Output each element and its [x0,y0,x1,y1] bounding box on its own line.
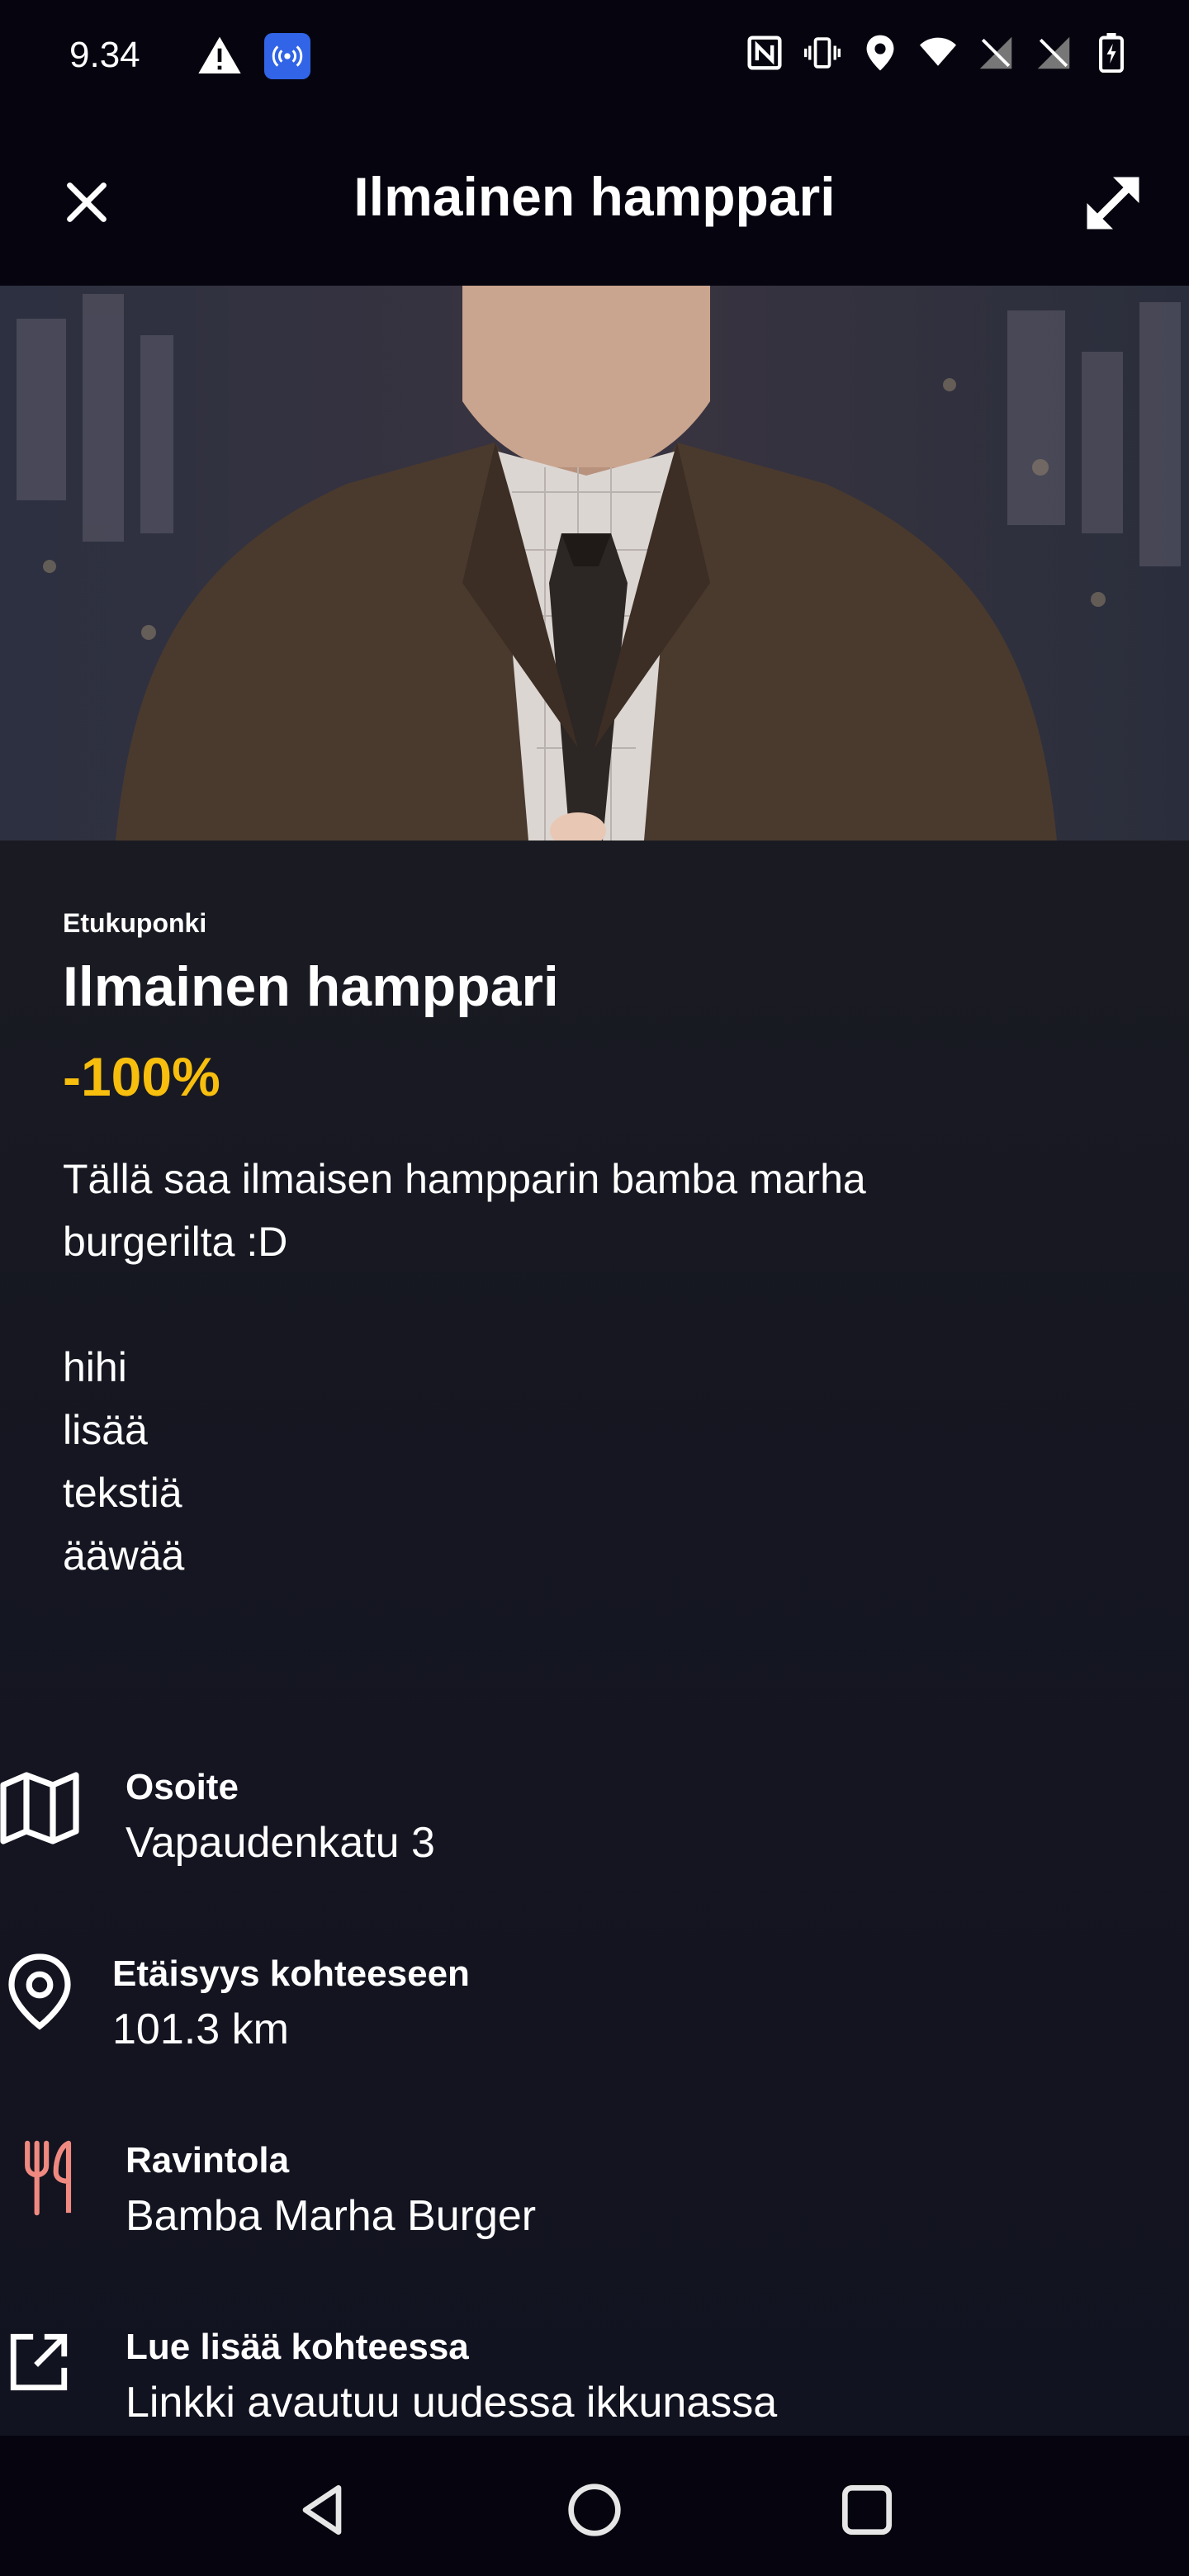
no-signal-icon [1035,33,1072,73]
address-label: Osoite [126,1767,239,1807]
back-icon[interactable] [289,2477,355,2543]
page-title: Ilmainen hamppari [353,166,836,227]
hero-image [0,286,1189,841]
discount-badge: -100% [63,1046,220,1107]
expand-icon[interactable] [1078,168,1148,238]
distance-row: Etäisyys kohteeseen 101.3 km [0,1945,1189,2077]
address-value: Vapaudenkatu 3 [126,1819,435,1867]
distance-label: Etäisyys kohteeseen [112,1953,470,1994]
external-link-label: Lue lisää kohteessa [126,2327,469,2367]
nfc-icon [746,33,783,73]
restaurant-label: Ravintola [126,2140,290,2181]
external-link-value: Linkki avautuu uudessa ikkunassa [126,2379,778,2427]
status-bar: 9.34 [0,0,1189,116]
coupon-description: Tällä saa ilmaisen hampparin bamba marha… [63,1156,866,1579]
home-icon[interactable] [561,2477,628,2543]
battery-icon [1093,33,1130,73]
location-pin-icon [8,1953,71,2030]
recents-icon[interactable] [834,2477,900,2543]
vibrate-icon [804,33,841,73]
restaurant-value: Bamba Marha Burger [126,2192,537,2240]
cutlery-icon [25,2140,72,2216]
map-icon [0,1772,79,1844]
coupon-title: Ilmainen hamppari [63,955,559,1018]
location-icon [862,33,898,73]
external-link-row[interactable]: Lue lisää kohteessa Linkki avautuu uudes… [0,2318,1189,2451]
restaurant-row: Ravintola Bamba Marha Burger [0,2132,1189,2264]
distance-value: 101.3 km [112,2005,289,2053]
hotspot-icon [264,33,310,79]
system-nav-bar [0,2436,1189,2576]
app-header: Ilmainen hamppari [0,116,1189,286]
coupon-tag: Etukuponki [63,908,207,938]
no-signal-icon [978,33,1014,73]
warning-icon [198,36,241,73]
address-row: Osoite Vapaudenkatu 3 [0,1759,1189,1891]
wifi-icon [920,33,956,73]
status-time: 9.34 [69,35,140,75]
external-link-icon [10,2333,68,2391]
